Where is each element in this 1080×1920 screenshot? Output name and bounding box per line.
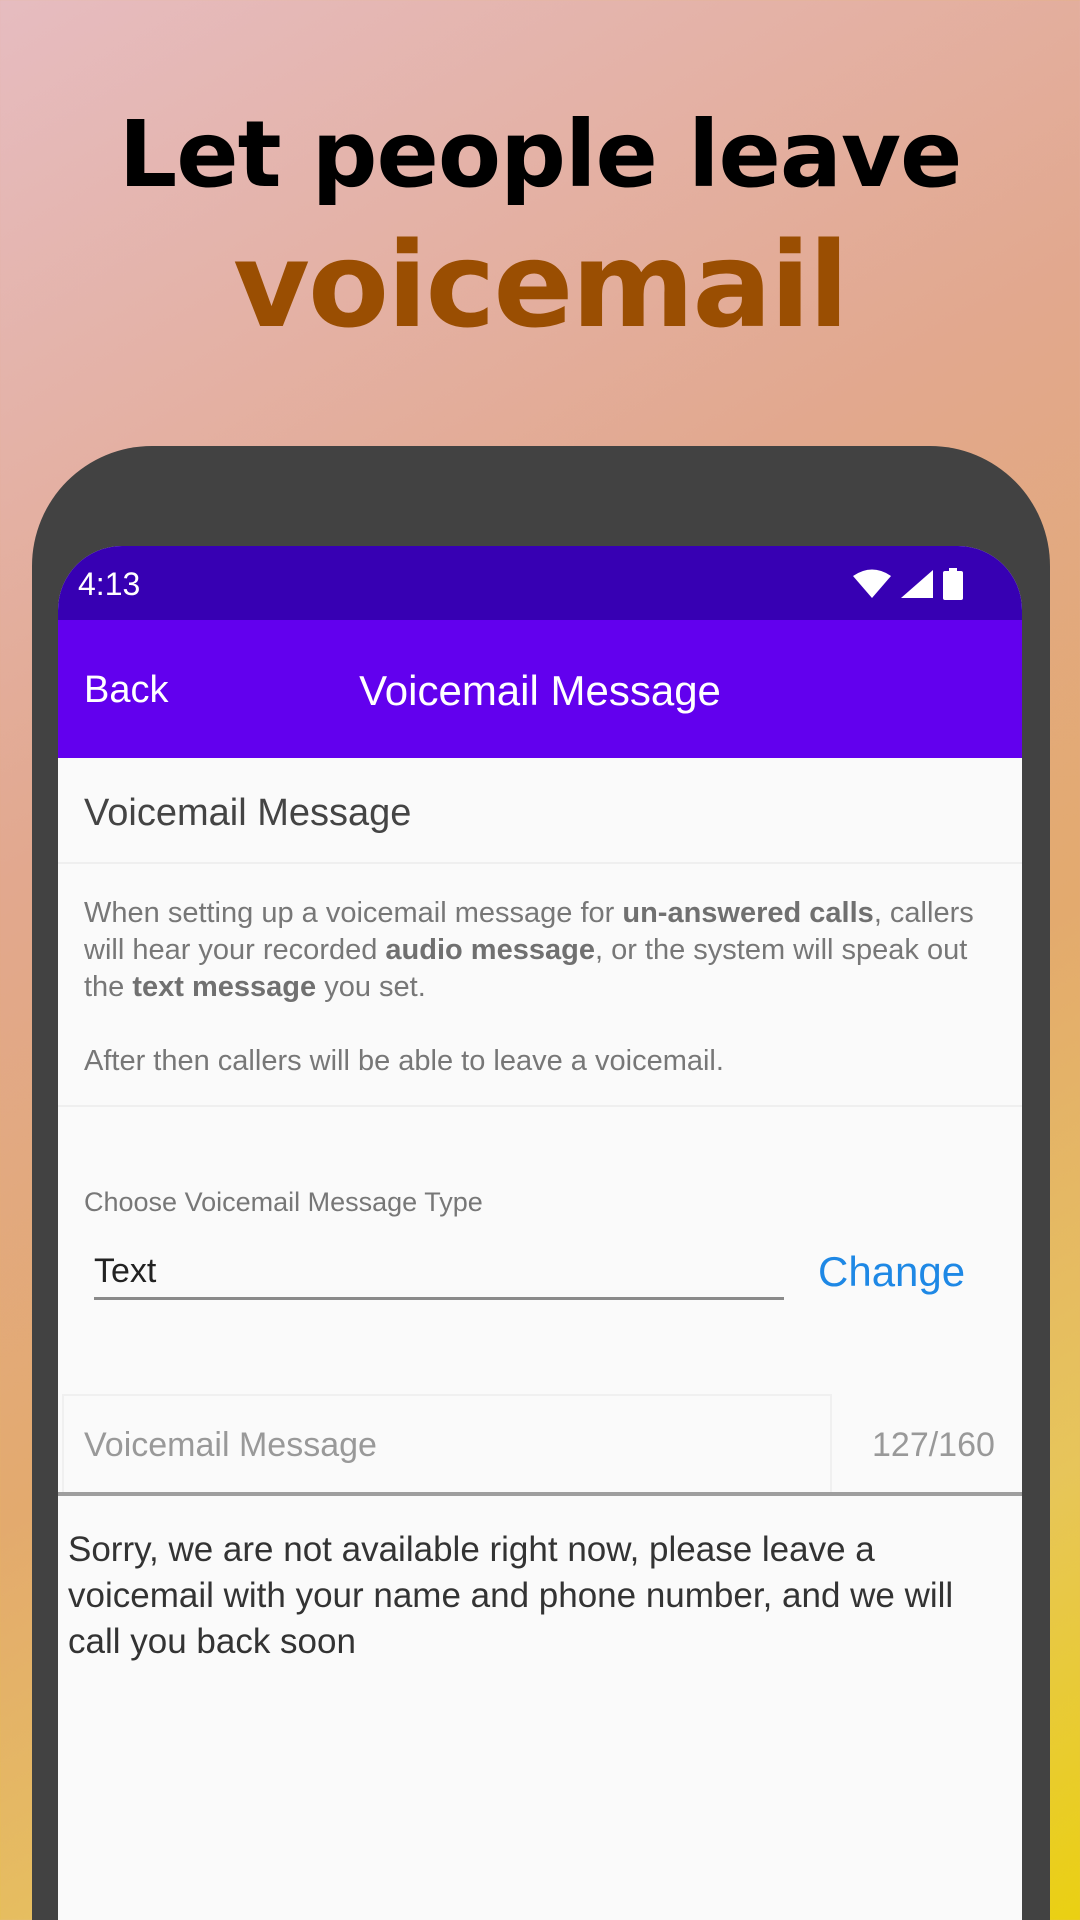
voicemail-message-input[interactable]: Sorry, we are not available right now, p… [68, 1527, 1008, 1665]
message-type-label: Choose Voicemail Message Type [84, 1187, 483, 1217]
divider [58, 1105, 1022, 1107]
message-field-label: Voicemail Message [84, 1426, 377, 1464]
message-field-indicator [58, 1492, 1022, 1496]
description: When setting up a voicemail message for … [84, 895, 1004, 1080]
message-type-field[interactable]: Text [94, 1250, 784, 1300]
description-paragraph-1: When setting up a voicemail message for … [84, 897, 974, 1003]
character-count: 127/160 [872, 1426, 995, 1464]
description-paragraph-2: After then callers will be able to leave… [84, 1045, 724, 1077]
section-title: Voicemail Message [84, 792, 412, 834]
divider [58, 862, 1022, 864]
change-type-button[interactable]: Change [818, 1248, 965, 1296]
